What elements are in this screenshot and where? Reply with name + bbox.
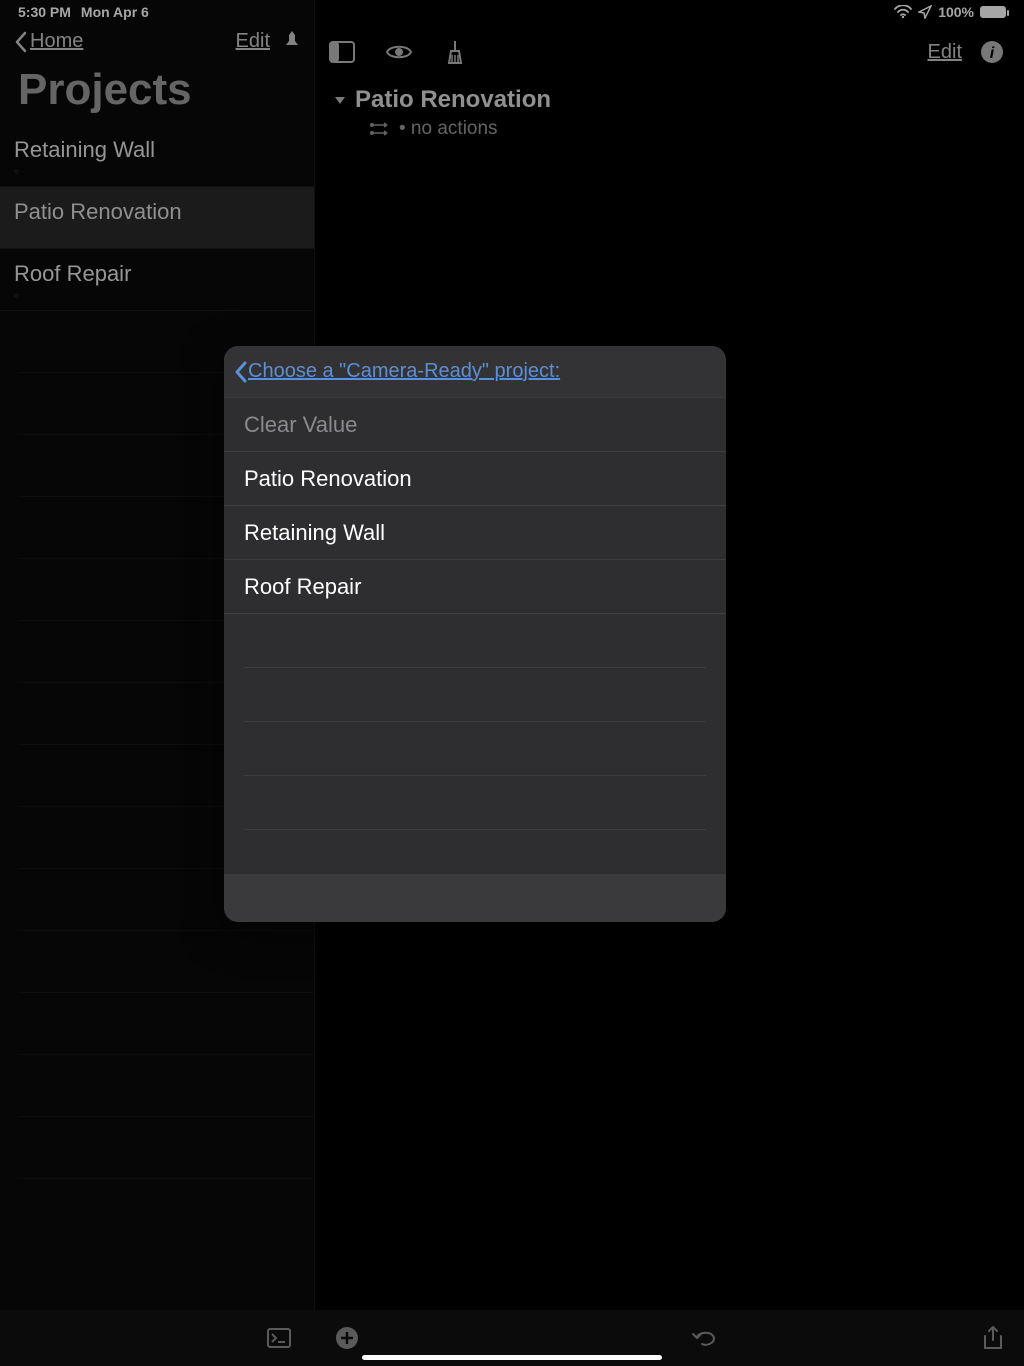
share-icon[interactable] <box>982 1326 1004 1350</box>
status-date: Mon Apr 6 <box>81 4 149 20</box>
terminal-icon[interactable] <box>267 1328 291 1348</box>
popover-header: Choose a "Camera-Ready" project: <box>224 346 726 398</box>
popover-clear-value[interactable]: Clear Value <box>224 398 726 452</box>
project-item-retaining-wall[interactable]: Retaining Wall ○ <box>0 125 314 187</box>
home-indicator[interactable] <box>362 1355 662 1360</box>
svg-text:i: i <box>990 45 995 62</box>
undo-icon[interactable] <box>692 1328 718 1348</box>
back-home-label: Home <box>30 30 83 53</box>
project-detail-sub: • no actions <box>399 118 498 140</box>
project-item-patio-renovation[interactable]: Patio Renovation <box>0 187 314 249</box>
project-picker-popover: Choose a "Camera-Ready" project: Clear V… <box>224 346 726 922</box>
popover-back-label: Choose a "Camera-Ready" project: <box>248 360 560 383</box>
project-item-title: Patio Renovation <box>14 199 300 225</box>
main-edit-button[interactable]: Edit <box>928 41 962 64</box>
project-list: Retaining Wall ○ Patio Renovation Roof R… <box>0 125 314 311</box>
location-icon <box>918 5 932 19</box>
cleanup-icon[interactable] <box>443 39 467 65</box>
pin-icon[interactable] <box>284 31 300 53</box>
project-detail: Patio Renovation • no actions <box>315 84 1024 140</box>
sidebar-edit-button[interactable]: Edit <box>236 30 270 53</box>
project-item-title: Retaining Wall <box>14 137 300 163</box>
popover-option-patio-renovation[interactable]: Patio Renovation <box>224 452 726 506</box>
popover-option-label: Retaining Wall <box>244 520 385 546</box>
wifi-icon <box>894 5 912 19</box>
popover-clear-label: Clear Value <box>244 412 357 438</box>
sidebar-title: Projects <box>0 53 314 125</box>
disclosure-triangle-icon[interactable] <box>333 93 347 107</box>
status-bar: 5:30 PM Mon Apr 6 100% <box>0 0 1024 24</box>
chevron-left-icon <box>14 31 28 53</box>
add-button[interactable] <box>335 1326 359 1350</box>
status-time: 5:30 PM <box>18 4 71 20</box>
sequence-icon <box>369 122 389 136</box>
battery-percent: 100% <box>938 4 974 20</box>
eye-icon[interactable] <box>385 43 413 61</box>
back-home-button[interactable]: Home <box>14 30 83 53</box>
popover-footer <box>224 874 726 922</box>
popover-option-label: Patio Renovation <box>244 466 412 492</box>
project-item-roof-repair[interactable]: Roof Repair ○ <box>0 249 314 311</box>
popover-back-button[interactable]: Choose a "Camera-Ready" project: <box>234 360 560 383</box>
popover-option-label: Roof Repair <box>244 574 361 600</box>
project-item-sub: ○ <box>14 167 300 176</box>
project-item-sub: ○ <box>14 291 300 300</box>
info-icon[interactable]: i <box>980 40 1004 64</box>
popover-option-roof-repair[interactable]: Roof Repair <box>224 560 726 614</box>
popover-option-retaining-wall[interactable]: Retaining Wall <box>224 506 726 560</box>
battery-icon <box>980 6 1006 18</box>
project-detail-title: Patio Renovation <box>355 86 551 114</box>
popover-empty-rows <box>224 614 726 830</box>
sidebar-toggle-icon[interactable] <box>329 41 355 63</box>
chevron-left-icon <box>234 361 248 383</box>
project-item-title: Roof Repair <box>14 261 300 287</box>
